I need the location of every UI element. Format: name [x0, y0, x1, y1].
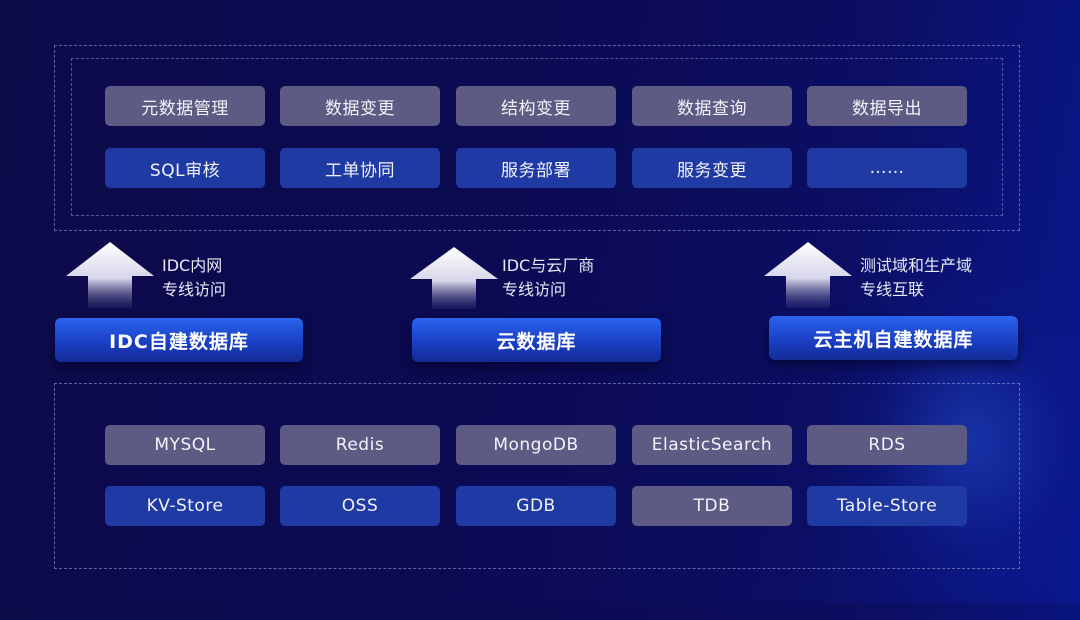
- feature-tile-data-query[interactable]: 数据查询: [632, 86, 792, 126]
- db-tile-kv-store[interactable]: KV-Store: [105, 486, 265, 526]
- feature-tile-work-order[interactable]: 工单协同: [280, 148, 440, 188]
- db-tile-elasticsearch[interactable]: ElasticSearch: [632, 425, 792, 465]
- db-tile-mongodb[interactable]: MongoDB: [456, 425, 616, 465]
- up-arrow-icon: [410, 247, 498, 309]
- db-tile-redis[interactable]: Redis: [280, 425, 440, 465]
- feature-tile-data-change[interactable]: 数据变更: [280, 86, 440, 126]
- db-bar-idc[interactable]: IDC自建数据库: [55, 318, 303, 362]
- access-label-cloud-host-line1: 测试域和生产域: [860, 256, 973, 275]
- access-label-idc-line2: 专线访问: [162, 280, 227, 299]
- up-arrow-icon: [66, 242, 154, 308]
- platform-features-inner-frame: [71, 58, 1003, 216]
- db-tile-tdb[interactable]: TDB: [632, 486, 792, 526]
- up-arrow-icon: [764, 242, 852, 308]
- feature-tile-service-change[interactable]: 服务变更: [632, 148, 792, 188]
- access-label-cloud-line2: 专线访问: [502, 280, 567, 299]
- feature-tile-schema-change[interactable]: 结构变更: [456, 86, 616, 126]
- database-types-frame: [54, 383, 1020, 569]
- db-tile-mysql[interactable]: MYSQL: [105, 425, 265, 465]
- access-label-cloud-line1: IDC与云厂商: [502, 256, 595, 275]
- feature-tile-metadata[interactable]: 元数据管理: [105, 86, 265, 126]
- db-tile-gdb[interactable]: GDB: [456, 486, 616, 526]
- feature-tile-service-deploy[interactable]: 服务部署: [456, 148, 616, 188]
- db-tile-table-store[interactable]: Table-Store: [807, 486, 967, 526]
- db-bar-cloud[interactable]: 云数据库: [412, 318, 661, 362]
- feature-tile-more[interactable]: ……: [807, 148, 967, 188]
- access-label-cloud-host-line2: 专线互联: [860, 280, 925, 299]
- db-tile-rds[interactable]: RDS: [807, 425, 967, 465]
- access-label-idc-line1: IDC内网: [162, 256, 223, 275]
- feature-tile-sql-review[interactable]: SQL审核: [105, 148, 265, 188]
- db-tile-oss[interactable]: OSS: [280, 486, 440, 526]
- db-bar-cloud-host[interactable]: 云主机自建数据库: [769, 316, 1018, 360]
- feature-tile-data-export[interactable]: 数据导出: [807, 86, 967, 126]
